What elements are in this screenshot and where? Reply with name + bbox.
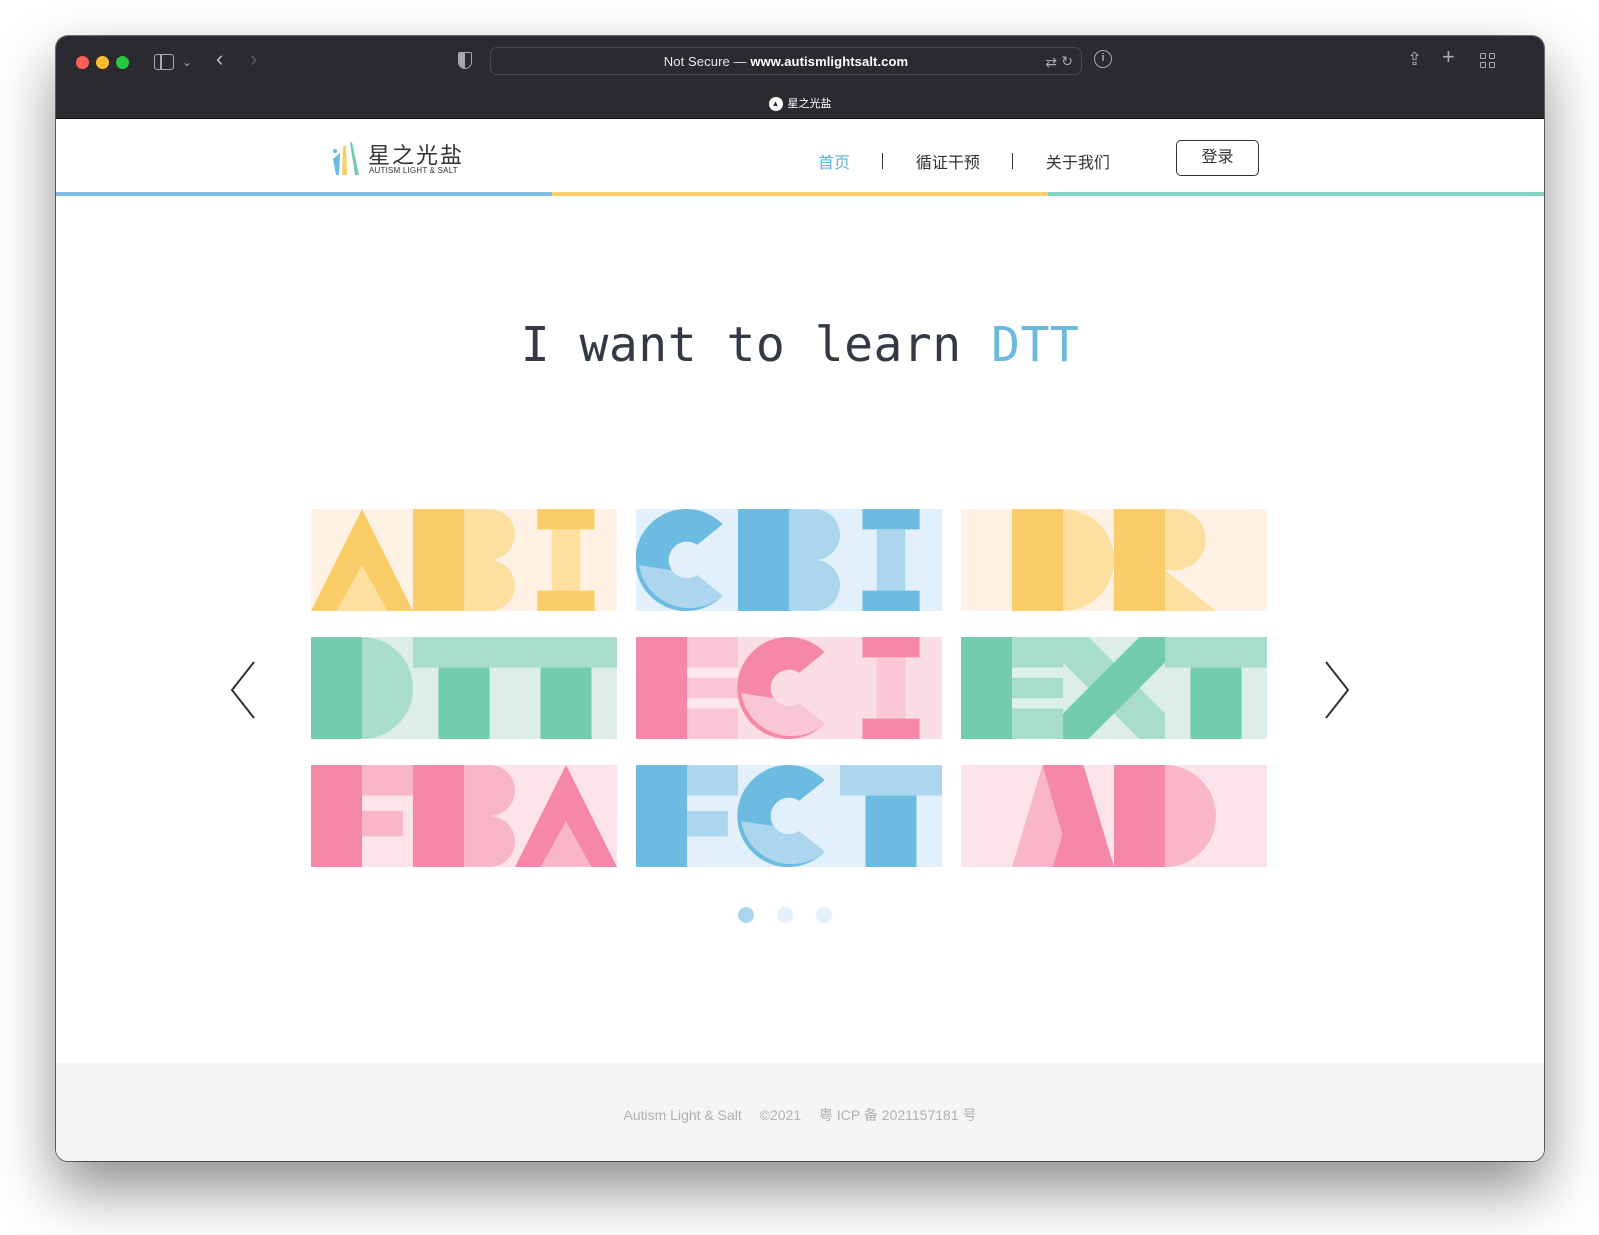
translate-icon[interactable]: ⇄ xyxy=(1045,53,1057,71)
tab-title[interactable]: ▲ 星之光盐 xyxy=(56,95,1544,112)
tile-lettering: FCT xyxy=(636,765,942,867)
nav-divider xyxy=(882,153,884,169)
site-header: 星之光盐 AUTISM LIGHT & SALT 首页 循证干预 关于我们 登录 xyxy=(56,119,1544,192)
login-button[interactable]: 登录 xyxy=(1176,140,1259,176)
favicon-icon: ▲ xyxy=(768,97,783,112)
nav-item-about-us[interactable]: 关于我们 xyxy=(1046,149,1110,173)
footer-icp[interactable]: 粤 ICP 备 2021157181 号 xyxy=(819,1107,976,1123)
intervention-tile-dr[interactable]: DR xyxy=(961,509,1267,611)
footer-year: ©2021 xyxy=(759,1107,802,1123)
chevron-left-icon[interactable] xyxy=(228,660,264,720)
chevron-down-icon[interactable]: ⌄ xyxy=(182,53,192,71)
footer-org: Autism Light & Salt xyxy=(623,1107,742,1123)
tab-title-label: 星之光盐 xyxy=(787,98,832,110)
tile-lettering: DTT xyxy=(311,637,617,739)
new-tab-icon[interactable]: + xyxy=(1442,46,1455,68)
tile-lettering: DR xyxy=(961,509,1267,611)
logo-mark-icon xyxy=(333,142,359,175)
reload-icon[interactable]: ↻ xyxy=(1061,52,1073,70)
zoom-window-button[interactable] xyxy=(116,56,129,69)
forward-icon[interactable]: › xyxy=(250,48,257,70)
shield-icon[interactable] xyxy=(458,52,472,69)
close-window-button[interactable] xyxy=(76,56,89,69)
hero-highlight: DTT xyxy=(991,317,1080,373)
intervention-tile-abi[interactable]: ABI xyxy=(311,509,617,611)
carousel-dot-3[interactable] xyxy=(816,907,832,923)
color-bar-segment xyxy=(552,192,1048,196)
color-bar-segment xyxy=(56,192,552,196)
color-bar-segment xyxy=(1048,192,1544,196)
address-domain: www.autismlightsalt.com xyxy=(750,54,909,69)
carousel-dot-1[interactable] xyxy=(738,907,754,923)
carousel-pagination xyxy=(56,907,1544,927)
tile-lettering: FBA xyxy=(311,765,617,867)
tile-lettering: MD xyxy=(961,765,1267,867)
footer-text: Autism Light & Salt ©2021 粤 ICP 备 202115… xyxy=(56,1105,1544,1125)
sidebar-icon[interactable] xyxy=(154,54,174,70)
info-icon[interactable]: i xyxy=(1094,50,1112,68)
intervention-tile-ext[interactable]: EXT xyxy=(961,637,1267,739)
tab-overview-icon[interactable] xyxy=(1480,53,1496,69)
address-text: Not Secure — www.autismlightsalt.com xyxy=(663,54,909,69)
address-bar[interactable]: Not Secure — www.autismlightsalt.com ⇄ ↻ xyxy=(490,47,1082,75)
header-color-bar xyxy=(56,192,1544,196)
tile-lettering: EXT xyxy=(961,637,1267,739)
tile-lettering: CBI xyxy=(635,509,942,611)
nav-item-evidence-based-interventions[interactable]: 循证干预 xyxy=(916,149,980,173)
chevron-right-icon[interactable] xyxy=(1316,660,1352,720)
intervention-tile-cbi[interactable]: CBI xyxy=(635,509,942,611)
tile-lettering: ECI xyxy=(636,637,942,739)
intervention-tile-eci[interactable]: ECI xyxy=(636,637,942,739)
nav-divider xyxy=(1012,153,1014,169)
logo-english-text: AUTISM LIGHT & SALT xyxy=(369,166,458,175)
share-icon[interactable]: ⇪ xyxy=(1407,50,1422,68)
intervention-tile-fba[interactable]: FBA xyxy=(311,765,617,867)
web-page: 星之光盐 AUTISM LIGHT & SALT 首页 循证干预 关于我们 登录… xyxy=(56,119,1544,1161)
carousel-dot-2[interactable] xyxy=(777,907,793,923)
intervention-tile-md[interactable]: MD xyxy=(961,765,1267,867)
browser-toolbar: ⌄ ‹ › Not Secure — www.autismlightsalt.c… xyxy=(56,36,1544,119)
tile-lettering: ABI xyxy=(311,509,617,611)
intervention-tile-fct[interactable]: FCT xyxy=(636,765,942,867)
minimize-window-button[interactable] xyxy=(96,56,109,69)
site-footer: Autism Light & Salt ©2021 粤 ICP 备 202115… xyxy=(56,1063,1544,1161)
main-nav: 首页 循证干预 关于我们 xyxy=(818,149,1110,173)
back-icon[interactable]: ‹ xyxy=(216,48,223,70)
intervention-tile-dtt[interactable]: DTT xyxy=(311,637,617,739)
nav-item-home[interactable]: 首页 xyxy=(818,149,850,173)
hero-prefix: I want to learn xyxy=(520,317,992,373)
browser-window: ⌄ ‹ › Not Secure — www.autismlightsalt.c… xyxy=(56,36,1544,1161)
hero-title: I want to learn DTT xyxy=(56,317,1544,373)
